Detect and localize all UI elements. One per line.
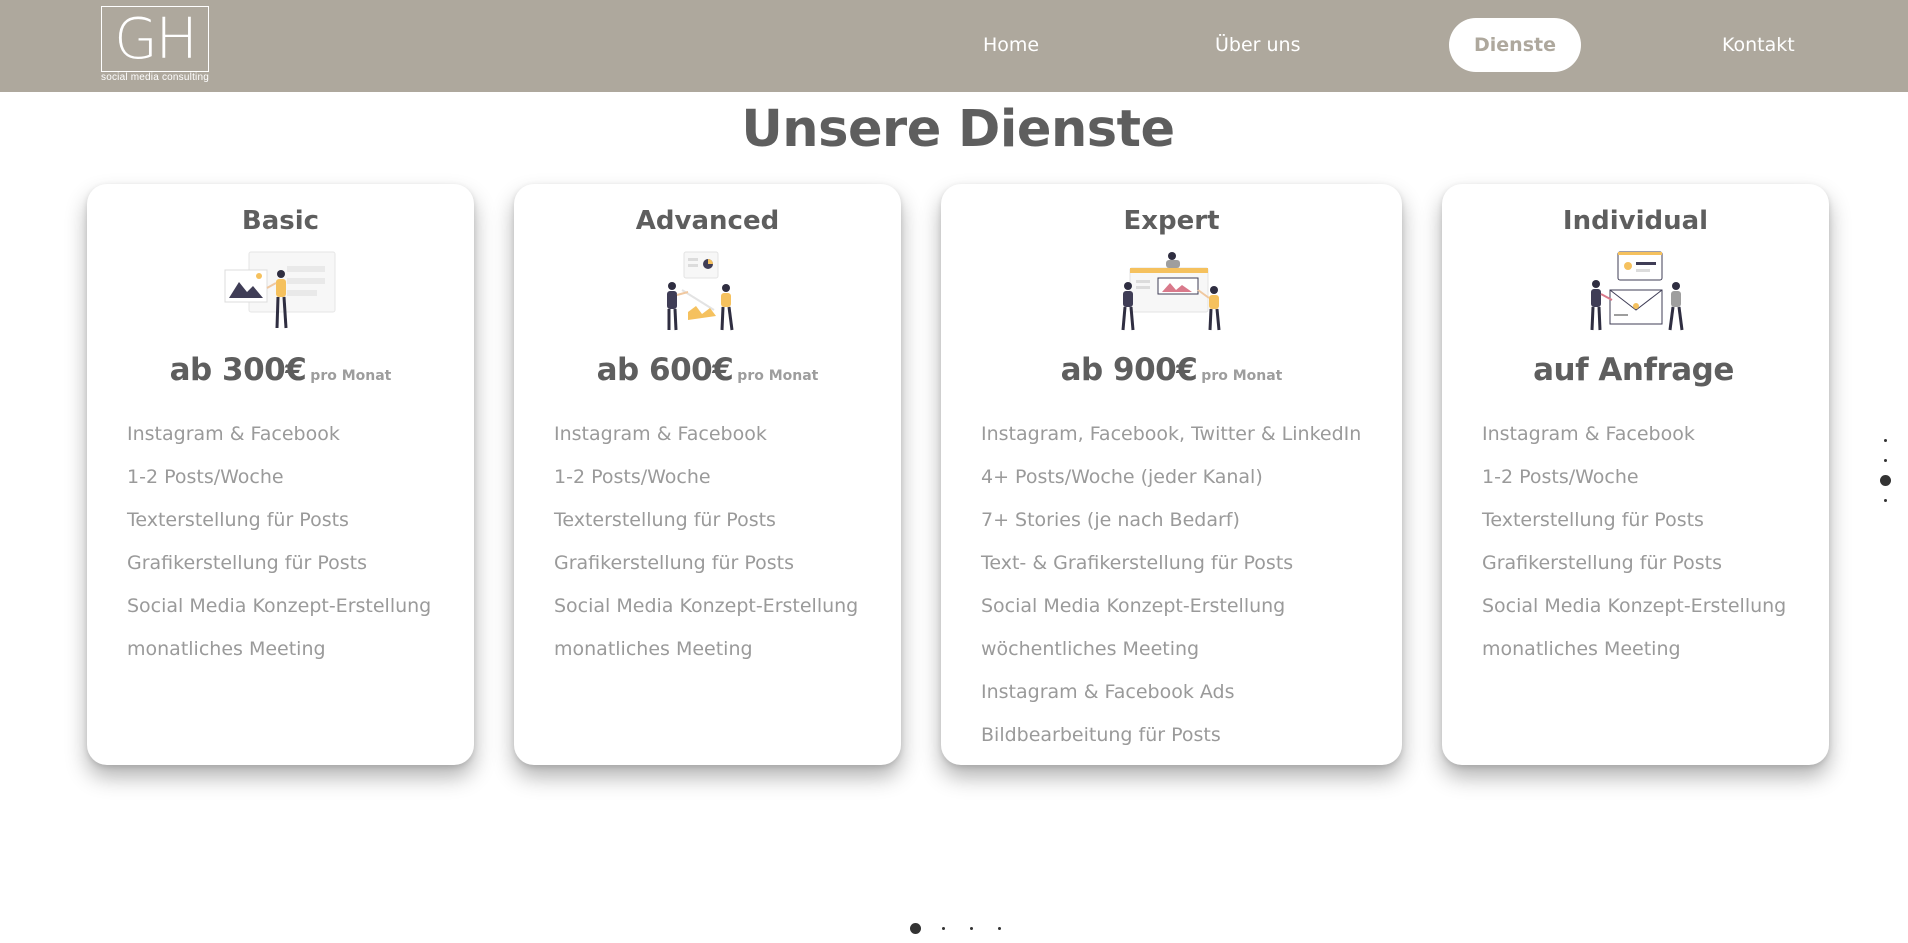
top-navigation: GH social media consulting Home Über uns… [0,0,1908,92]
price: ab 600€ [596,352,734,388]
price-period: pro Monat [310,368,392,384]
feature-item: Social Media Konzept-Erstellung [1482,595,1787,617]
feature-item: Texterstellung für Posts [1482,509,1704,531]
feature-item: Instagram & Facebook Ads [981,681,1235,703]
card-title: Individual [1562,206,1709,236]
feature-item: Social Media Konzept-Erstellung [981,595,1286,617]
feature-item: Text- & Grafikerstellung für Posts [981,552,1294,574]
feature-item: monatliches Meeting [1482,638,1681,660]
price-row: ab 900€ pro Monat [941,352,1402,388]
feature-item: Grafikerstellung für Posts [554,552,794,574]
feature-item: Texterstellung für Posts [127,509,349,531]
feature-list: Instagram & Facebook 1-2 Posts/Woche Tex… [1482,413,1786,671]
feature-item: Social Media Konzept-Erstellung [554,595,859,617]
price-row: ab 600€ pro Monat [514,352,901,388]
section-dot-1[interactable] [1884,439,1887,442]
feature-item: Instagram & Facebook [127,423,340,445]
feature-item: Instagram & Facebook [1482,423,1695,445]
price: ab 900€ [1060,352,1198,388]
brand-logo[interactable]: GH social media consulting [92,6,218,88]
section-dot-2[interactable] [1884,459,1887,462]
slide-dot-2[interactable] [942,927,945,930]
price: ab 300€ [169,352,307,388]
logo-letters: GH [101,6,209,72]
card-title: Expert [1123,206,1220,236]
price-period: pro Monat [1201,368,1283,384]
individual-illustration [1590,251,1683,331]
slide-dot-3[interactable] [970,927,973,930]
feature-item: 7+ Stories (je nach Bedarf) [981,509,1240,531]
nav-ueber-uns[interactable]: Über uns [1190,18,1326,72]
slide-dot-4[interactable] [998,927,1001,930]
feature-list: Instagram & Facebook 1-2 Posts/Woche Tex… [554,413,858,671]
feature-item: Grafikerstellung für Posts [1482,552,1722,574]
feature-item: monatliches Meeting [127,638,326,660]
advanced-illustration [666,251,733,331]
feature-item: 1-2 Posts/Woche [1482,466,1639,488]
card-basic: Basic ab 300€ pro Monat Instagram & Faceb… [87,184,474,765]
feature-item: 1-2 Posts/Woche [554,466,711,488]
card-expert: Expert ab 900€ pro Monat Instagram, Faceb… [941,184,1402,765]
nav-home[interactable]: Home [958,18,1064,72]
price: auf Anfrage [1533,352,1734,388]
feature-list: Instagram & Facebook 1-2 Posts/Woche Tex… [127,413,431,671]
feature-item: monatliches Meeting [554,638,753,660]
expert-illustration [1121,252,1220,331]
nav-dienste[interactable]: Dienste [1449,18,1581,72]
feature-list: Instagram, Facebook, Twitter & LinkedIn … [981,413,1361,757]
feature-item: Instagram, Facebook, Twitter & LinkedIn [981,423,1362,445]
section-dot-3-active[interactable] [1880,475,1891,486]
card-title: Advanced [635,206,780,236]
feature-item: 1-2 Posts/Woche [127,466,284,488]
feature-item: Grafikerstellung für Posts [127,552,367,574]
nav-kontakt[interactable]: Kontakt [1697,18,1820,72]
slide-dot-1-active[interactable] [910,923,921,934]
card-advanced: Advanced ab 600€ pro Monat Instagram & Fa… [514,184,901,765]
basic-illustration [224,251,335,329]
price-period: pro Monat [737,368,819,384]
logo-subtitle: social media consulting [101,72,209,83]
feature-item: Bildbearbeitung für Posts [981,724,1221,746]
price-row: auf Anfrage [1442,352,1829,388]
feature-item: Instagram & Facebook [554,423,767,445]
card-individual: Individual auf Anfrage Instagram & Faceb… [1442,184,1829,765]
feature-item: 4+ Posts/Woche (jeder Kanal) [981,466,1263,488]
card-title: Basic [241,206,320,236]
price-row: ab 300€ pro Monat [87,352,474,388]
section-dot-4[interactable] [1884,499,1887,502]
feature-item: Texterstellung für Posts [554,509,776,531]
feature-item: Social Media Konzept-Erstellung [127,595,432,617]
page-title: Unsere Dienste [741,100,1175,159]
feature-item: wöchentliches Meeting [981,638,1200,660]
